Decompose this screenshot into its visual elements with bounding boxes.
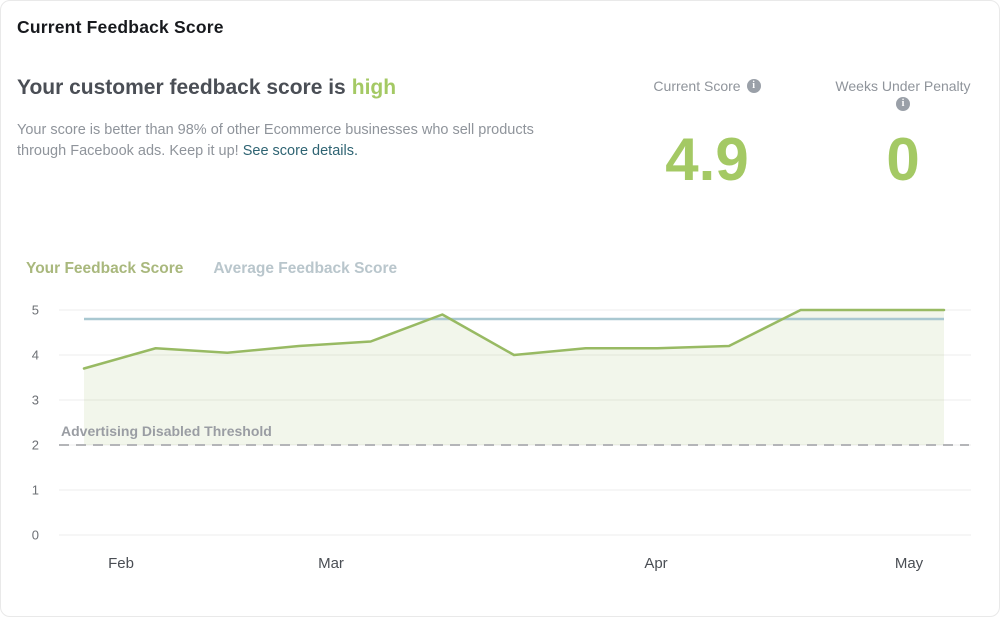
current-score-value: 4.9 <box>665 126 749 193</box>
score-description: Your score is better than 98% of other E… <box>17 120 569 162</box>
current-score-label: Current Score <box>653 78 741 94</box>
x-axis-label: May <box>895 555 924 572</box>
y-tick-label: 3 <box>32 393 39 408</box>
score-heading: Your customer feedback score is high <box>17 76 396 100</box>
y-tick-label: 2 <box>32 438 39 453</box>
y-tick-label: 5 <box>32 303 39 318</box>
y-tick-label: 0 <box>32 528 39 543</box>
weeks-under-penalty-stat: Weeks Under Penalty i 0 <box>813 78 993 208</box>
advertising-disabled-threshold-label: Advertising Disabled Threshold <box>61 423 272 439</box>
legend-item-average-feedback-score[interactable]: Average Feedback Score <box>213 260 397 278</box>
x-axis-label: Feb <box>108 555 134 572</box>
score-heading-prefix: Your customer feedback score is <box>17 76 346 99</box>
info-icon[interactable]: i <box>746 79 761 93</box>
legend-item-your-feedback-score[interactable]: Your Feedback Score <box>26 260 183 278</box>
chart-legend: Your Feedback Score Average Feedback Sco… <box>26 260 397 278</box>
weeks-under-penalty-label: Weeks Under Penalty <box>835 78 971 94</box>
feedback-score-chart: 0 1 2 3 4 5 Advertising Disabled Threshold Feb M… <box>32 303 971 572</box>
y-tick-label: 1 <box>32 483 39 498</box>
feedback-score-card: Current Feedback Score Your customer fee… <box>0 0 1000 617</box>
see-score-details-link[interactable]: See score details. <box>243 143 358 159</box>
score-status: high <box>351 76 397 99</box>
current-score-stat: Current Score i 4.9 <box>617 78 797 208</box>
info-icon[interactable]: i <box>896 97 910 111</box>
x-axis-label: Mar <box>318 555 344 572</box>
weeks-under-penalty-value: 0 <box>886 126 920 193</box>
page-title: Current Feedback Score <box>17 17 224 37</box>
x-axis-label: Apr <box>644 555 667 572</box>
y-tick-label: 4 <box>32 348 39 363</box>
